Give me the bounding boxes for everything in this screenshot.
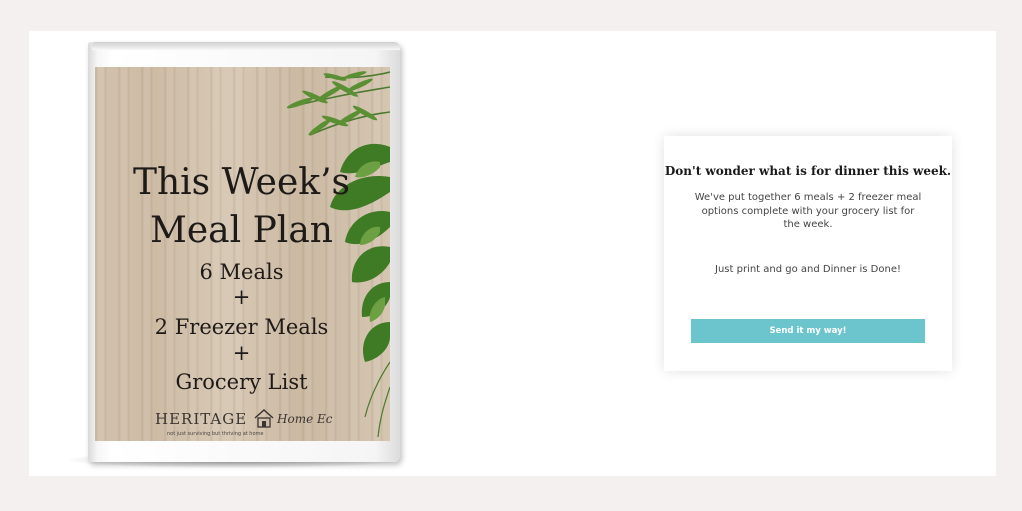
card-description: We've put together 6 meals + 2 freezer m… <box>694 192 922 230</box>
house-icon <box>254 408 274 428</box>
cover-title-line1: This Week’s <box>132 162 351 203</box>
brand-tagline: not just surviving but thriving at home <box>167 431 264 437</box>
book-top-edge <box>92 42 400 50</box>
brand-logo: HERITAGE Home Ec not just surviving but … <box>155 408 335 438</box>
card-tagline: Just print and go and Dinner is Done! <box>715 264 901 275</box>
cover-grocery-line: Grocery List <box>175 370 308 394</box>
ebook-mockup: This Week’s Meal Plan 6 Meals + 2 Freeze… <box>88 42 400 462</box>
send-it-button[interactable]: Send it my way! <box>691 319 925 343</box>
cover-freezer-line: 2 Freezer Meals <box>154 315 329 339</box>
cover-plus-2: + <box>232 341 251 365</box>
card-heading: Don't wonder what is for dinner this wee… <box>664 164 952 178</box>
optin-card: Don't wonder what is for dinner this wee… <box>664 136 952 371</box>
brand-script: Home Ec <box>277 412 333 426</box>
cover-meals-line: 6 Meals <box>199 260 284 284</box>
cover-plus-1: + <box>232 285 251 309</box>
cover-title-line2: Meal Plan <box>150 210 333 251</box>
ebook-cover: This Week’s Meal Plan 6 Meals + 2 Freeze… <box>95 67 390 441</box>
brand-name: HERITAGE <box>155 410 248 428</box>
